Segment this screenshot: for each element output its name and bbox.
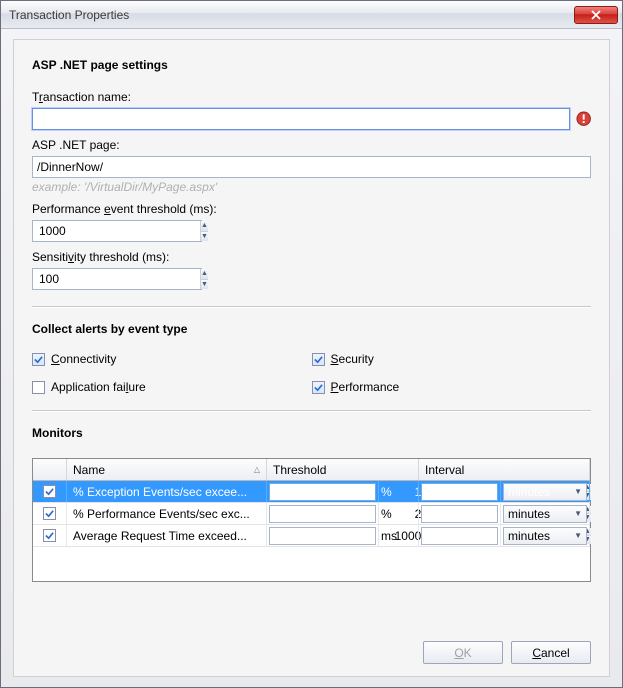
asp-page-label: ASP .NET page: (32, 138, 591, 152)
security-label: Security (331, 352, 374, 366)
perf-threshold-label: Performance event threshold (ms): (32, 202, 591, 216)
threshold-spinner[interactable]: ▲▼ (269, 527, 376, 545)
dialog-window: Transaction Properties ASP .NET page set… (0, 0, 623, 688)
check-icon (314, 383, 323, 392)
alerts-heading: Collect alerts by event type (32, 322, 591, 336)
spin-down-icon[interactable]: ▼ (201, 232, 208, 242)
monitors-table: Name△ Threshold Interval % Exception Eve… (32, 458, 591, 582)
perf-threshold-spinner[interactable]: ▲▼ (32, 220, 202, 242)
divider (32, 306, 591, 308)
error-icon (576, 111, 591, 127)
interval-unit-value: minutes (508, 529, 550, 543)
col-name[interactable]: Name△ (67, 459, 267, 480)
app-failure-checkbox[interactable] (32, 381, 45, 394)
row-checkbox[interactable] (43, 507, 56, 520)
monitors-header-row: Name△ Threshold Interval (33, 459, 590, 481)
sensitivity-input[interactable] (33, 269, 200, 289)
chevron-down-icon: ▼ (574, 531, 582, 540)
monitors-body: % Exception Events/sec excee...▲▼%▲▼minu… (33, 481, 590, 547)
row-name: % Exception Events/sec excee... (73, 485, 247, 499)
asp-page-input[interactable] (32, 156, 591, 178)
table-row[interactable]: % Exception Events/sec excee... ▲▼%▲▼ minu… (33, 481, 590, 503)
interval-spinner[interactable]: ▲▼ (421, 505, 498, 523)
spin-up-icon[interactable]: ▲ (201, 269, 208, 280)
check-icon (45, 487, 54, 496)
interval-unit-value: minutes (508, 485, 550, 499)
col-checkbox[interactable] (33, 459, 67, 480)
window-title: Transaction Properties (9, 8, 574, 22)
asp-page-hint: example: '/VirtualDir/MyPage.aspx' (32, 180, 591, 194)
interval-spinner[interactable]: ▲▼ (421, 483, 498, 501)
content-panel: ASP .NET page settings Transaction name:… (13, 39, 610, 677)
check-icon (314, 355, 323, 364)
sensitivity-label: Sensitivity threshold (ms): (32, 250, 591, 264)
chevron-down-icon: ▼ (574, 509, 582, 518)
close-button[interactable] (574, 6, 618, 24)
row-name: % Performance Events/sec exc... (73, 507, 250, 521)
interval-unit-value: minutes (508, 507, 550, 521)
ok-button[interactable]: OK (423, 641, 503, 664)
client-area: ASP .NET page settings Transaction name:… (1, 29, 622, 687)
threshold-unit: % (379, 481, 419, 502)
check-icon (45, 509, 54, 518)
threshold-unit: ms (379, 525, 419, 546)
perf-threshold-input[interactable] (33, 221, 200, 241)
performance-checkbox[interactable] (312, 381, 325, 394)
monitors-heading: Monitors (32, 426, 591, 440)
check-icon (45, 531, 54, 540)
table-row[interactable]: Average Request Time exceed... ▲▼ms▲▼ minu… (33, 525, 590, 547)
close-icon (591, 10, 601, 20)
table-row[interactable]: % Performance Events/sec exc... ▲▼%▲▼ minu… (33, 503, 590, 525)
sort-asc-icon: △ (254, 465, 260, 474)
row-checkbox[interactable] (43, 485, 56, 498)
threshold-unit: % (379, 503, 419, 524)
security-checkbox[interactable] (312, 353, 325, 366)
interval-unit-dropdown[interactable]: minutes ▼ (503, 527, 587, 545)
alerts-checkbox-group: Connectivity Security Application failur… (32, 352, 591, 394)
divider (32, 410, 591, 412)
col-interval[interactable]: Interval (419, 459, 590, 480)
monitors-empty-area (33, 547, 590, 581)
interval-unit-dropdown[interactable]: minutes ▼ (503, 505, 587, 523)
spin-up-icon[interactable]: ▲ (201, 221, 208, 232)
performance-label: Performance (331, 380, 400, 394)
cancel-button[interactable]: Cancel (511, 641, 591, 664)
check-icon (34, 355, 43, 364)
transaction-name-input[interactable] (32, 108, 570, 130)
threshold-spinner[interactable]: ▲▼ (269, 505, 376, 523)
threshold-spinner[interactable]: ▲▼ (269, 483, 376, 501)
app-failure-label: Application failure (51, 380, 146, 394)
asp-settings-heading: ASP .NET page settings (32, 58, 591, 72)
transaction-name-label: Transaction name: (32, 90, 591, 104)
interval-unit-dropdown[interactable]: minutes ▼ (503, 483, 587, 501)
sensitivity-spinner[interactable]: ▲▼ (32, 268, 202, 290)
col-threshold[interactable]: Threshold (267, 459, 419, 480)
connectivity-checkbox[interactable] (32, 353, 45, 366)
chevron-down-icon: ▼ (574, 487, 582, 496)
row-name: Average Request Time exceed... (73, 529, 247, 543)
titlebar: Transaction Properties (1, 1, 622, 29)
connectivity-label: Connectivity (51, 352, 116, 366)
row-checkbox[interactable] (43, 529, 56, 542)
interval-spinner[interactable]: ▲▼ (421, 527, 498, 545)
dialog-button-row: OK Cancel (32, 631, 591, 664)
spin-down-icon[interactable]: ▼ (201, 280, 208, 290)
